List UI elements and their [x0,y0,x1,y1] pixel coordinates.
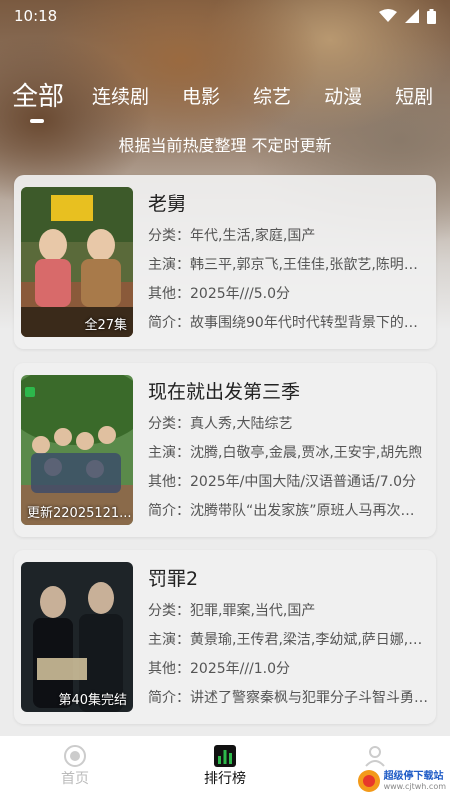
card-cast: 主演：沈腾,白敬亭,金晨,贾冰,王安宇,胡先煦 [148,445,423,461]
episode-badge: 更新22025121... [27,506,132,521]
card-other: 其他：2025年/中国大陆/汉语普通话/7.0分 [148,474,417,490]
category-tabs: 全部 连续剧 电影 综艺 动漫 短剧 [0,70,450,126]
card-intro: 简介：讲述了警察秦枫与犯罪分子斗智斗勇的故事 [148,690,428,706]
card-title[interactable]: 老舅 [148,189,186,216]
tab-series[interactable]: 连续剧 [92,70,149,109]
tab-variety[interactable]: 综艺 [253,70,291,109]
tab-short[interactable]: 短剧 [395,70,433,109]
episode-badge: 第40集完结 [58,693,127,708]
status-icons [379,8,436,24]
chart-icon [214,745,236,767]
card-intro: 简介：故事围绕90年代时代转型背景下的小镇生活展开 [148,315,428,331]
ranking-subtitle: 根据当前热度整理 不定时更新 [118,136,332,155]
card-other: 其他：2025年///5.0分 [148,286,291,302]
card-genre: 分类：年代,生活,家庭,国产 [148,228,316,244]
tab-all[interactable]: 全部 [12,70,65,123]
nav-home-label: 首页 [61,771,89,787]
card-cast: 主演：韩三平,郭京飞,王佳佳,张歆艺,陈明昊,刘奕畅 [148,257,428,273]
ranking-card[interactable]: 更新22025121... 现在就出发第三季 分类：真人秀,大陆综艺 主演：沈腾… [14,363,436,537]
tab-anime[interactable]: 动漫 [324,70,362,109]
battery-icon [427,8,436,24]
card-genre: 分类：真人秀,大陆综艺 [148,416,293,432]
card-other: 其他：2025年///1.0分 [148,661,291,677]
episode-badge: 全27集 [84,318,127,333]
nav-home[interactable]: 首页 [0,736,150,799]
poster-image[interactable]: 更新22025121... [21,375,133,525]
home-icon [64,745,86,767]
poster-image[interactable]: 第40集完结 [21,562,133,712]
status-bar: 10:18 [0,0,450,32]
nav-ranking-label: 排行榜 [204,771,246,787]
wifi-icon [379,9,397,22]
card-title[interactable]: 现在就出发第三季 [148,377,300,404]
card-cast: 主演：黄景瑜,王传君,梁洁,李幼斌,萨日娜,王劲松 [148,632,428,648]
tab-label: 全部 [12,82,65,112]
ranking-card[interactable]: 第40集完结 罚罪2 分类：犯罪,罪案,当代,国产 主演：黄景瑜,王传君,梁洁,… [14,550,436,724]
watermark-url: www.cjtwh.com [383,782,446,791]
card-intro: 简介：沈腾带队“出发家族”原班人马再次出发 [148,503,428,519]
tab-movie[interactable]: 电影 [182,70,220,109]
tab-active-indicator [30,119,44,123]
signal-icon [405,9,419,23]
watermark-logo [357,770,380,792]
user-icon [365,746,385,767]
nav-ranking[interactable]: 排行榜 [150,736,300,799]
card-genre: 分类：犯罪,罪案,当代,国产 [148,603,316,619]
watermark-name: 超级停下载站 [383,771,444,782]
status-time: 10:18 [14,7,58,25]
ranking-card[interactable]: 全27集 老舅 分类：年代,生活,家庭,国产 主演：韩三平,郭京飞,王佳佳,张歆… [14,175,436,349]
card-title[interactable]: 罚罪2 [148,564,198,591]
poster-image[interactable]: 全27集 [21,187,133,337]
site-watermark: 超级停下载站 www.cjtwh.com [357,769,446,793]
